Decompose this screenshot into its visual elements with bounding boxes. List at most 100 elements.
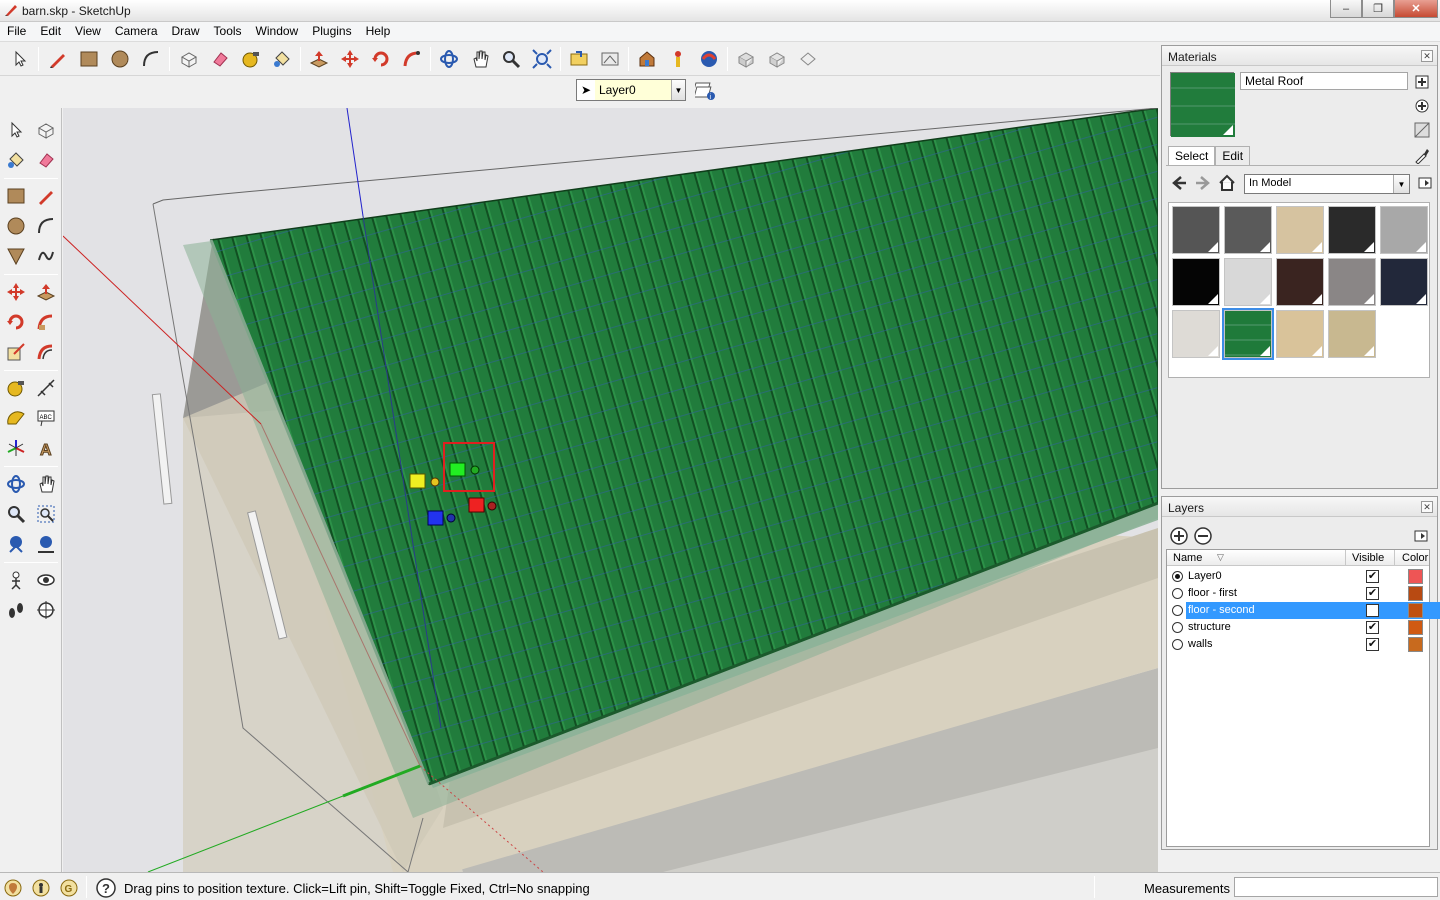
material-swatch[interactable]	[1172, 258, 1220, 306]
zoom-icon[interactable]	[2, 500, 30, 528]
material-swatch[interactable]	[1328, 258, 1376, 306]
delete-layer-icon[interactable]	[1192, 525, 1214, 547]
zoom-window-icon[interactable]	[32, 500, 60, 528]
warehouse-icon[interactable]	[633, 45, 661, 73]
menu-edit[interactable]: Edit	[33, 22, 68, 41]
layer-name[interactable]: floor - first	[1186, 585, 1239, 602]
previous-view-icon[interactable]	[565, 45, 593, 73]
axes-icon[interactable]	[2, 434, 30, 462]
protractor-icon[interactable]	[2, 404, 30, 432]
look-around-icon[interactable]	[32, 566, 60, 594]
make-component-icon[interactable]	[32, 116, 60, 144]
menu-draw[interactable]: Draw	[165, 22, 207, 41]
default-material-icon[interactable]	[1412, 120, 1432, 140]
paint-bucket-icon[interactable]	[268, 45, 296, 73]
polygon-icon[interactable]	[2, 242, 30, 270]
circle-icon[interactable]	[2, 212, 30, 240]
move-icon[interactable]	[2, 278, 30, 306]
scale-icon[interactable]	[2, 338, 30, 366]
freehand-icon[interactable]	[32, 242, 60, 270]
layer-name[interactable]: floor - second	[1186, 602, 1362, 619]
details-icon[interactable]	[1414, 172, 1436, 194]
menu-camera[interactable]: Camera	[108, 22, 165, 41]
geo-location-icon[interactable]	[3, 878, 23, 898]
close-button[interactable]: ✕	[1394, 0, 1438, 18]
next-view-icon[interactable]	[596, 45, 624, 73]
layer-row[interactable]: floor - second	[1167, 602, 1440, 619]
3d-text-icon[interactable]: A	[32, 434, 60, 462]
layer-color-swatch[interactable]	[1408, 603, 1423, 618]
close-icon[interactable]: ✕	[1421, 50, 1433, 62]
material-swatch[interactable]	[1276, 206, 1324, 254]
current-layer-radio[interactable]	[1172, 622, 1183, 633]
material-swatch[interactable]	[1380, 258, 1428, 306]
section-cuts-icon[interactable]	[794, 45, 822, 73]
scale-shear-pin-icon[interactable]	[449, 462, 466, 477]
layer-manager-icon[interactable]: i	[692, 76, 720, 104]
pan-icon[interactable]	[32, 470, 60, 498]
layer-color-swatch[interactable]	[1408, 620, 1423, 635]
layer-color-swatch[interactable]	[1408, 586, 1423, 601]
current-layer-radio[interactable]	[1172, 588, 1183, 599]
follow-me-icon[interactable]	[398, 45, 426, 73]
menu-file[interactable]: File	[0, 22, 33, 41]
pencil-icon[interactable]	[44, 45, 72, 73]
measurements-field[interactable]	[1234, 877, 1438, 897]
eraser-icon[interactable]	[206, 45, 234, 73]
material-swatch[interactable]	[1224, 258, 1272, 306]
share-model-icon[interactable]	[695, 45, 723, 73]
current-layer-select[interactable]: ➤ Layer0 ▼	[576, 79, 686, 101]
column-color[interactable]: Color	[1402, 552, 1428, 564]
orbit-icon[interactable]	[2, 470, 30, 498]
tab-edit[interactable]: Edit	[1215, 146, 1251, 166]
details-icon[interactable]	[1410, 525, 1432, 547]
layer-name[interactable]: structure	[1186, 619, 1233, 636]
current-layer-radio[interactable]	[1172, 571, 1183, 582]
layer-row[interactable]: walls ✔	[1167, 636, 1440, 653]
orbit-icon[interactable]	[435, 45, 463, 73]
pan-icon[interactable]	[466, 45, 494, 73]
offset-icon[interactable]	[32, 338, 60, 366]
material-swatch[interactable]	[1328, 206, 1376, 254]
tape-measure-icon[interactable]	[237, 45, 265, 73]
zoom-extents-icon[interactable]	[528, 45, 556, 73]
section-plane-icon[interactable]	[732, 45, 760, 73]
collection-select[interactable]: In Model ▼	[1244, 174, 1410, 194]
layer-color-swatch[interactable]	[1408, 569, 1423, 584]
material-swatch[interactable]	[1222, 308, 1274, 360]
tape-measure-icon[interactable]	[2, 374, 30, 402]
line-icon[interactable]	[32, 182, 60, 210]
arc-icon[interactable]	[137, 45, 165, 73]
follow-me-icon[interactable]	[32, 308, 60, 336]
position-camera-icon[interactable]	[2, 566, 30, 594]
model-viewport[interactable]	[63, 108, 1158, 872]
eraser-icon[interactable]	[32, 146, 60, 174]
sample-paint-icon[interactable]	[1412, 146, 1432, 166]
make-component-icon[interactable]	[175, 45, 203, 73]
rectangle-icon[interactable]	[2, 182, 30, 210]
scale-rotate-pin-icon[interactable]	[427, 510, 444, 526]
select-arrow-icon[interactable]	[6, 45, 34, 73]
circle-icon[interactable]	[106, 45, 134, 73]
walk-icon[interactable]	[2, 596, 30, 624]
maximize-button[interactable]: ❐	[1362, 0, 1394, 18]
forward-icon[interactable]	[1192, 172, 1214, 194]
create-material-icon[interactable]	[1412, 96, 1432, 116]
visible-checkbox[interactable]: ✔	[1366, 570, 1379, 583]
push-pull-icon[interactable]	[32, 278, 60, 306]
menu-help[interactable]: Help	[359, 22, 398, 41]
paint-bucket-icon[interactable]	[2, 146, 30, 174]
column-name[interactable]: Name	[1173, 552, 1202, 564]
section-plane-icon[interactable]	[32, 596, 60, 624]
rotate-icon[interactable]	[367, 45, 395, 73]
visible-checkbox[interactable]: ✔	[1366, 638, 1379, 651]
menu-view[interactable]: View	[68, 22, 108, 41]
tab-select[interactable]: Select	[1168, 146, 1216, 166]
menu-window[interactable]: Window	[249, 22, 306, 41]
credits-icon[interactable]	[31, 878, 51, 898]
chevron-down-icon[interactable]: ▼	[1393, 175, 1409, 193]
menu-tools[interactable]: Tools	[207, 22, 249, 41]
layer-row[interactable]: structure ✔	[1167, 619, 1440, 636]
material-name-field[interactable]: Metal Roof	[1240, 72, 1408, 90]
select-icon[interactable]	[2, 116, 30, 144]
